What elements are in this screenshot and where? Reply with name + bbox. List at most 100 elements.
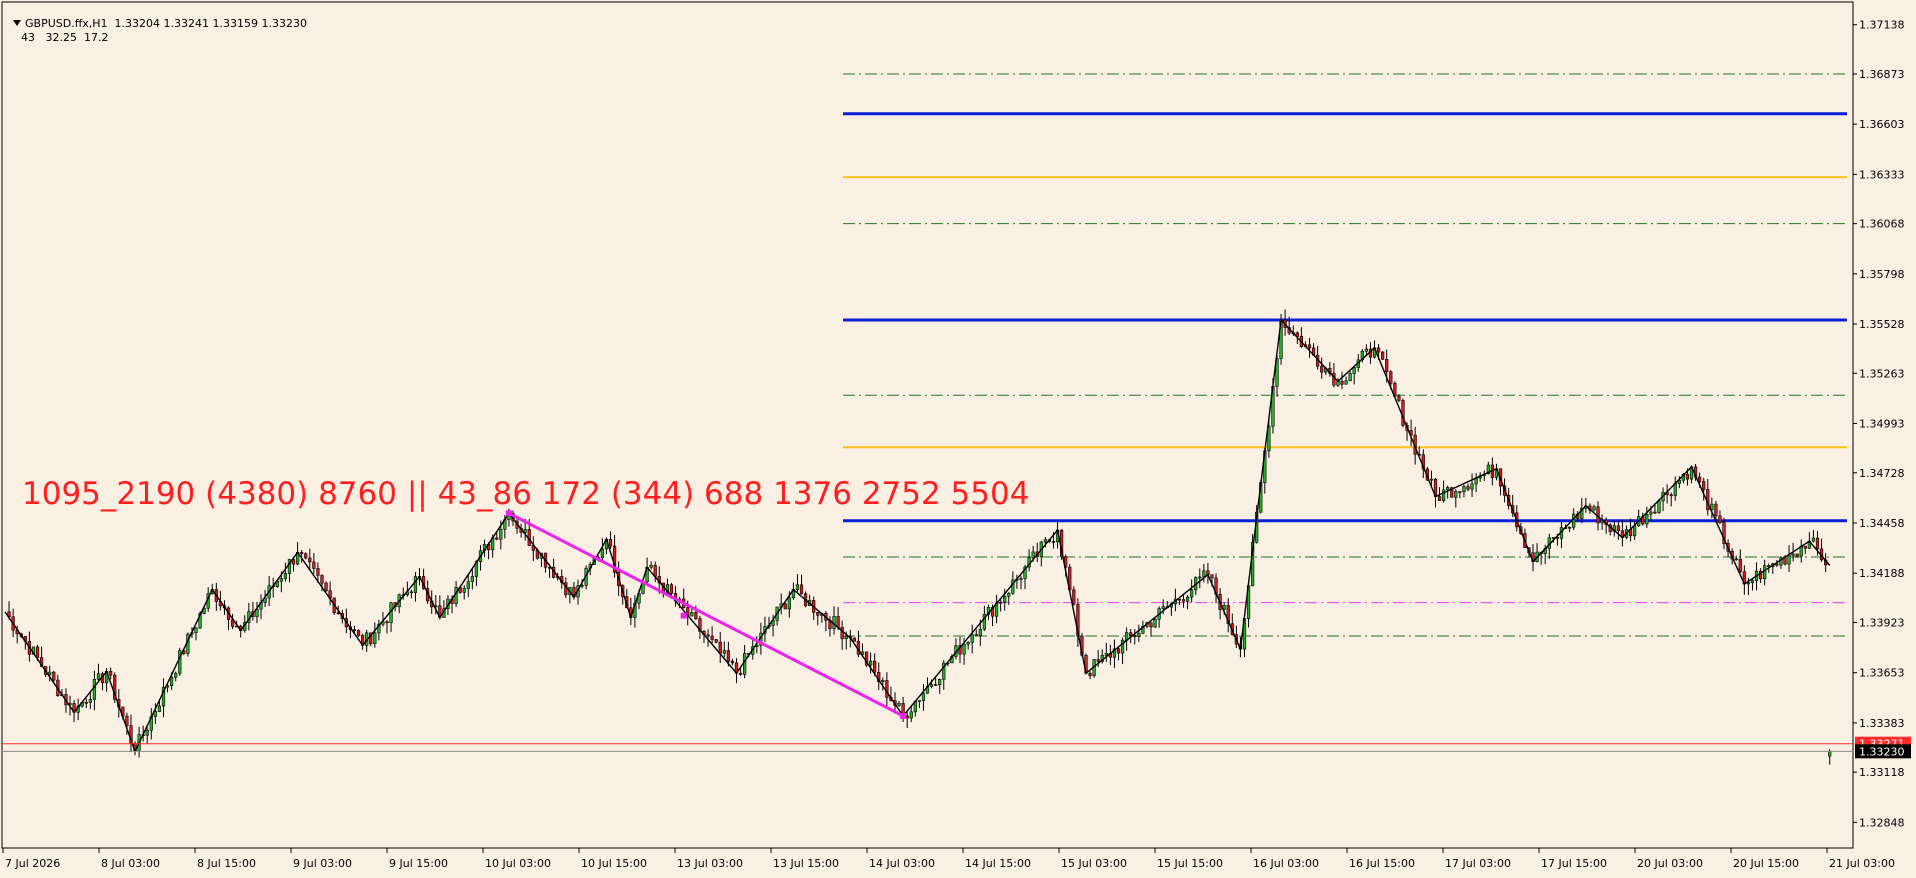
candle-bull — [1364, 348, 1369, 352]
candle-bull — [1811, 537, 1816, 542]
candle-bear — [852, 637, 856, 642]
chart-area[interactable]: 1.37138 1.36873 1.36603 1.36333 1.36068 1.357… — [0, 0, 1916, 874]
candle-bear — [52, 671, 56, 681]
candle-bull — [1031, 551, 1035, 559]
y-tick-label: 1.36873 — [1859, 68, 1905, 81]
candle-bear — [312, 561, 316, 569]
candle-bear — [1738, 558, 1742, 573]
candle-bear — [1653, 511, 1657, 514]
candle-bear — [706, 634, 710, 637]
candle-bear — [385, 621, 389, 624]
candle-bear — [1381, 351, 1385, 360]
candle-bull — [1441, 489, 1446, 501]
candle-bull — [917, 700, 921, 702]
trendline-anchor-2 — [900, 712, 907, 719]
x-tick-label: 10 Jul 03:00 — [485, 857, 551, 870]
candle-bull — [938, 679, 942, 686]
candle-bear — [1116, 648, 1121, 654]
candle-bull — [1003, 595, 1007, 603]
candle-bear — [1458, 491, 1462, 493]
current-price-label: 1.33230 — [1859, 745, 1905, 758]
candle-bull — [1645, 513, 1649, 525]
candle-bull — [1198, 576, 1202, 579]
candle-bear — [320, 575, 324, 584]
candle-bull — [921, 692, 926, 701]
candle-bull — [1828, 751, 1832, 757]
y-tick-label: 1.33383 — [1859, 717, 1905, 730]
candle-bull — [174, 672, 178, 678]
candle-bear — [495, 537, 499, 540]
candle-bull — [844, 635, 848, 640]
candle-bull — [1352, 367, 1356, 374]
candle-bear — [1714, 503, 1718, 517]
y-tick-label: 1.34728 — [1859, 467, 1905, 480]
candle-bull — [1429, 478, 1434, 481]
y-tick-label: 1.35528 — [1859, 318, 1905, 331]
candle-bear — [783, 603, 787, 610]
candle-bear — [324, 582, 328, 591]
candle-bull — [970, 634, 974, 643]
candle-bull — [1567, 526, 1572, 529]
candle-bear — [730, 661, 735, 664]
candle-bull — [1750, 580, 1755, 584]
candle-bull — [690, 612, 694, 617]
candle-bear — [710, 635, 714, 640]
candle-bear — [1051, 541, 1056, 543]
candle-bull — [499, 528, 503, 540]
candle-bear — [1401, 400, 1405, 426]
x-tick-label: 17 Jul 03:00 — [1445, 857, 1511, 870]
candle-bear — [1616, 525, 1620, 532]
candle-bull — [1043, 539, 1047, 543]
candle-bull — [1551, 537, 1555, 539]
candle-bear — [714, 639, 718, 643]
x-tick-label: 16 Jul 03:00 — [1253, 857, 1319, 870]
candle-bull — [1791, 553, 1795, 556]
x-tick-label: 8 Jul 15:00 — [197, 857, 256, 870]
candle-bull — [1787, 555, 1791, 565]
candle-bear — [1803, 545, 1807, 549]
candle-bull — [962, 643, 966, 655]
candle-bear — [694, 612, 698, 619]
candle-bear — [1698, 476, 1702, 482]
x-tick-label: 20 Jul 15:00 — [1733, 857, 1799, 870]
candle-bear — [409, 591, 414, 594]
zigzag-line — [4, 318, 1831, 754]
y-tick-label: 1.36603 — [1859, 118, 1905, 131]
candle-bear — [352, 629, 357, 631]
overlay-text: 1095_2190 (4380) 8760 || 43_86 172 (344)… — [22, 476, 1029, 512]
candle-bull — [169, 676, 174, 686]
candle-bear — [84, 701, 88, 704]
x-tick-label: 14 Jul 15:00 — [965, 857, 1031, 870]
candle-bull — [1592, 506, 1596, 511]
plot-frame — [1, 1, 1854, 849]
candle-bull — [1763, 565, 1767, 580]
candle-bull — [413, 576, 418, 593]
candle-bull — [279, 578, 283, 582]
candle-bear — [608, 539, 613, 547]
candle-bear — [1181, 599, 1186, 602]
y-axis: 1.37138 1.36873 1.36603 1.36333 1.36068 1.357… — [1853, 19, 1905, 829]
candle-bull — [88, 699, 92, 703]
candle-bull — [1019, 578, 1023, 580]
candle-bear — [1307, 344, 1312, 349]
candle-bull — [1649, 511, 1653, 515]
candle-bear — [1072, 589, 1076, 605]
candle-bear — [669, 584, 674, 594]
candle-bull — [48, 671, 52, 675]
candle-bear — [1088, 672, 1092, 676]
price-chart[interactable]: 1.37138 1.36873 1.36603 1.36333 1.36068 1.357… — [0, 0, 1916, 874]
candle-bull — [868, 660, 873, 666]
candle-bear — [1466, 486, 1470, 490]
candle-bull — [1137, 632, 1141, 637]
y-tick-label: 1.32848 — [1859, 816, 1905, 829]
candle-bear — [1669, 494, 1673, 497]
candle-bear — [1129, 632, 1133, 636]
candle-bull — [1632, 525, 1637, 537]
x-tick-label: 13 Jul 15:00 — [773, 857, 839, 870]
trendline — [505, 510, 907, 719]
y-tick-label: 1.34188 — [1859, 567, 1905, 580]
candle-bear — [718, 641, 722, 654]
candle-bull — [470, 576, 474, 582]
candle-bull — [999, 601, 1003, 604]
candle-bear — [726, 650, 730, 662]
